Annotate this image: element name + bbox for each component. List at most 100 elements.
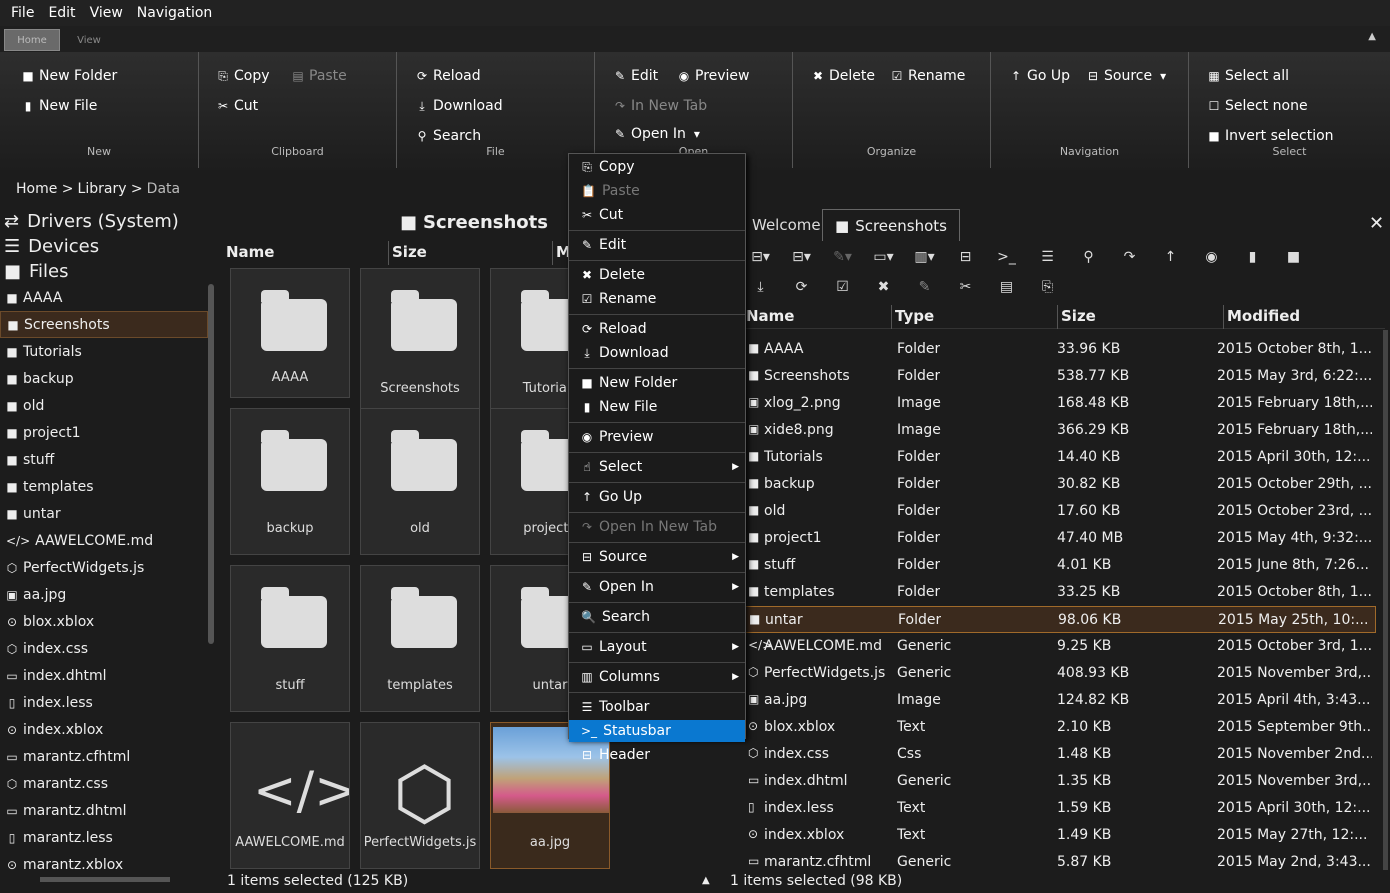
source-button[interactable]: ⊟ Source ▾: [1087, 68, 1169, 84]
drive-dropdown-icon[interactable]: ⊟▾: [781, 249, 822, 265]
table-row[interactable]: ■ backup Folder 30.82 KB 2015 October 29th, …: [740, 471, 1376, 498]
context-menu-item-download[interactable]: ⤓ Download: [569, 342, 745, 364]
select-none-button[interactable]: ☐ Select none: [1208, 98, 1308, 114]
tree-item[interactable]: ■ Screenshots: [0, 311, 208, 338]
tree-item[interactable]: ⊙ blox.xblox: [0, 608, 208, 635]
column-header-size[interactable]: Size: [1061, 307, 1096, 325]
copy-button[interactable]: ⎘ Copy: [217, 68, 269, 84]
pencil-icon[interactable]: ✎: [904, 279, 945, 295]
tree-item[interactable]: ⬡ marantz.css: [0, 770, 208, 797]
tree-item[interactable]: ■ untar: [0, 500, 208, 527]
thumbnail-tile[interactable]: old: [360, 408, 480, 555]
preview-button[interactable]: ◉ Preview: [678, 68, 750, 84]
context-menu-item-paste[interactable]: 📋 Paste: [569, 180, 745, 202]
breadcrumb-home[interactable]: Home >: [16, 181, 74, 197]
table-row[interactable]: ▣ xlog_2.png Image 168.48 KB 2015 February 1…: [740, 390, 1376, 417]
thumbnail-tile[interactable]: stuff: [230, 565, 350, 712]
ribbon-tab-view[interactable]: View: [64, 29, 114, 51]
laptop-dropdown-icon[interactable]: ▭▾: [863, 249, 904, 265]
table-row[interactable]: ▣ xide8.png Image 366.29 KB 2015 February 18…: [740, 417, 1376, 444]
context-menu-item-search[interactable]: 🔍 Search: [569, 606, 745, 628]
menu-view[interactable]: View: [83, 5, 130, 21]
pencil-dropdown-icon[interactable]: ✎▾: [822, 249, 863, 265]
table-row[interactable]: </> AAWELCOME.md Generic 9.25 KB 2015 Octobe…: [740, 633, 1376, 660]
context-menu-item-go-up[interactable]: ↑ Go Up: [569, 486, 745, 508]
table-row[interactable]: ⊙ blox.xblox Text 2.10 KB 2015 September 9th…: [740, 714, 1376, 741]
paste-button[interactable]: ▤ Paste: [292, 68, 346, 84]
menu-file[interactable]: File: [4, 5, 41, 21]
new-folder-button[interactable]: ■ New Folder: [22, 68, 117, 84]
context-menu-item-select[interactable]: ☝ Select ▶: [569, 456, 745, 478]
table-row[interactable]: ■ old Folder 17.60 KB 2015 October 23rd, ...: [740, 498, 1376, 525]
context-menu-item-new-folder[interactable]: ■ New Folder: [569, 372, 745, 394]
context-menu-item-source[interactable]: ⊟ Source ▶: [569, 546, 745, 568]
context-menu-item-reload[interactable]: ⟳ Reload: [569, 318, 745, 340]
context-menu-item-delete[interactable]: ✖ Delete: [569, 264, 745, 286]
copy-icon[interactable]: ⎘: [1027, 279, 1068, 295]
tree-root-drivers[interactable]: ⇄ Drivers (System): [4, 211, 179, 232]
table-row[interactable]: ▭ index.dhtml Generic 1.35 KB 2015 November …: [740, 768, 1376, 795]
paste-icon[interactable]: ▤: [986, 279, 1027, 295]
table-row[interactable]: ▣ aa.jpg Image 124.82 KB 2015 April 4th, 3:4…: [740, 687, 1376, 714]
column-divider[interactable]: [388, 241, 389, 265]
tab-welcome[interactable]: Welcome: [740, 209, 833, 241]
new-file-button[interactable]: ▮ New File: [22, 98, 98, 114]
list-scrollbar[interactable]: [1383, 330, 1388, 870]
ribbon-tab-home[interactable]: Home: [4, 29, 60, 51]
collapse-ribbon-icon[interactable]: ▲: [1368, 31, 1376, 42]
thumbnail-tile[interactable]: templates: [360, 565, 480, 712]
table-row[interactable]: ■ project1 Folder 47.40 MB 2015 May 4th, 9:3…: [740, 525, 1376, 552]
tree-item[interactable]: ■ Tutorials: [0, 338, 208, 365]
context-menu-item-cut[interactable]: ✂ Cut: [569, 204, 745, 226]
context-menu-item-layout[interactable]: ▭ Layout ▶: [569, 636, 745, 658]
table-row[interactable]: ⬡ PerfectWidgets.js Generic 408.93 KB 2015 N…: [740, 660, 1376, 687]
header-icon[interactable]: ⊟: [945, 249, 986, 265]
tab-screenshots[interactable]: ■ Screenshots: [822, 209, 960, 241]
table-row[interactable]: ■ stuff Folder 4.01 KB 2015 June 8th, 7:26..…: [740, 552, 1376, 579]
table-row[interactable]: ⊙ index.xblox Text 1.49 KB 2015 May 27th, 12…: [740, 822, 1376, 849]
table-row[interactable]: ■ templates Folder 33.25 KB 2015 October 8th…: [740, 579, 1376, 606]
download-button[interactable]: ⤓ Download: [416, 98, 502, 114]
tree-item[interactable]: ▯ index.less: [0, 689, 208, 716]
tree-item[interactable]: ■ backup: [0, 365, 208, 392]
tree-item[interactable]: ⊙ marantz.xblox: [0, 851, 208, 876]
column-divider[interactable]: [1057, 305, 1058, 329]
tree-root-devices[interactable]: ☰ Devices: [4, 236, 99, 257]
terminal-icon[interactable]: >_: [986, 249, 1027, 265]
select-all-button[interactable]: ▦ Select all: [1208, 68, 1289, 84]
up-icon[interactable]: ↑: [1150, 249, 1191, 265]
menu-edit[interactable]: Edit: [41, 5, 82, 21]
context-menu-item-header[interactable]: ⊟ Header: [569, 744, 745, 766]
tree-horizontal-scrollbar[interactable]: [40, 877, 170, 882]
eye-icon[interactable]: ◉: [1191, 249, 1232, 265]
tree-item[interactable]: ⬡ PerfectWidgets.js: [0, 554, 208, 581]
column-divider[interactable]: [552, 241, 553, 265]
tree-item[interactable]: ■ templates: [0, 473, 208, 500]
thumbnail-tile[interactable]: ⬡ PerfectWidgets.js: [360, 722, 480, 869]
column-divider[interactable]: [1223, 305, 1224, 329]
in-new-tab-button[interactable]: ↷ In New Tab: [614, 98, 707, 114]
column-header-name[interactable]: Name: [746, 307, 794, 325]
search-icon[interactable]: ⚲: [1068, 249, 1109, 265]
tree-item[interactable]: ▯ marantz.less: [0, 824, 208, 851]
table-row[interactable]: ⬡ index.css Css 1.48 KB 2015 November 2nd...: [740, 741, 1376, 768]
context-menu-item-open-in[interactable]: ✎ Open In ▶: [569, 576, 745, 598]
search-button[interactable]: ⚲ Search: [416, 128, 482, 144]
table-row[interactable]: ■ Tutorials Folder 14.40 KB 2015 April 30th,…: [740, 444, 1376, 471]
tree-item[interactable]: ⊙ index.xblox: [0, 716, 208, 743]
rename-icon[interactable]: ☑: [822, 279, 863, 295]
context-menu-item-edit[interactable]: ✎ Edit: [569, 234, 745, 256]
drive-dropdown-icon[interactable]: ⊟▾: [740, 249, 781, 265]
context-menu-item-toolbar[interactable]: ☰ Toolbar: [569, 696, 745, 718]
tree-root-files[interactable]: ■ Files: [4, 261, 69, 282]
delete-icon[interactable]: ✖: [863, 279, 904, 295]
tree-item[interactable]: ▭ index.dhtml: [0, 662, 208, 689]
table-row[interactable]: ■ untar Folder 98.06 KB 2015 May 25th, 10:..…: [740, 606, 1376, 633]
context-menu-item-new-file[interactable]: ▮ New File: [569, 396, 745, 418]
tree-item[interactable]: ▭ marantz.dhtml: [0, 797, 208, 824]
tree-item[interactable]: ▭ marantz.cfhtml: [0, 743, 208, 770]
invert-selection-button[interactable]: ■ Invert selection: [1208, 128, 1333, 144]
tree-item[interactable]: ■ old: [0, 392, 208, 419]
close-icon[interactable]: ✕: [1369, 213, 1384, 234]
edit-button[interactable]: ✎ Edit: [614, 68, 658, 84]
